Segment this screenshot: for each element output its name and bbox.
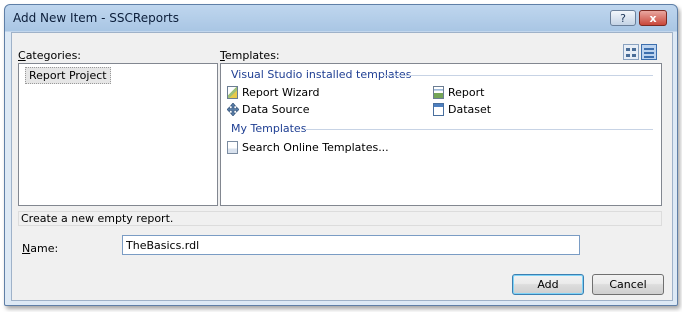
dialog-window: Add New Item - SSCReports ? x Categories… [4,4,678,306]
categories-label-text: ategories: [25,49,82,62]
data-source-icon [226,102,240,117]
categories-label: Categories: [18,49,82,62]
template-description: Create a new empty report. [18,211,662,226]
name-label: Name: [22,242,59,255]
template-item-report[interactable]: Report [433,85,593,100]
dialog-client-area: Categories: Templates: Report Project Vi… [11,32,673,301]
help-button[interactable]: ? [610,10,636,26]
template-label: Data Source [242,103,310,116]
template-label: Report Wizard [242,86,320,99]
template-item-report-wizard[interactable]: Report Wizard [227,85,407,100]
template-item-search-online[interactable]: Search Online Templates... [227,140,427,155]
group-divider [383,75,653,76]
cancel-button[interactable]: Cancel [592,274,664,295]
small-icons-view-icon[interactable] [641,44,657,60]
name-label-text: ame: [30,242,59,255]
name-input[interactable] [122,235,580,255]
add-button[interactable]: Add [512,274,584,295]
template-label: Search Online Templates... [242,141,389,154]
report-icon [433,86,444,99]
template-label: Dataset [448,103,492,116]
close-button[interactable]: x [639,10,667,26]
large-icons-view-icon[interactable] [623,44,639,60]
dataset-icon [433,103,444,116]
templates-label-text: emplates: [224,49,280,62]
title-bar[interactable]: Add New Item - SSCReports ? x [5,5,677,31]
search-online-icon [227,141,238,154]
category-item-report-project[interactable]: Report Project [25,67,111,84]
categories-tree[interactable]: Report Project [18,63,218,206]
templates-list[interactable]: Visual Studio installed templates Report… [220,63,662,206]
template-item-dataset[interactable]: Dataset [433,102,593,117]
report-wizard-icon [227,86,238,99]
templates-label: Templates: [220,49,280,62]
template-label: Report [448,86,485,99]
group-header-my-templates: My Templates [231,122,307,135]
group-divider [305,129,653,130]
template-item-data-source[interactable]: Data Source [226,102,407,117]
dialog-title: Add New Item - SSCReports [13,11,179,25]
